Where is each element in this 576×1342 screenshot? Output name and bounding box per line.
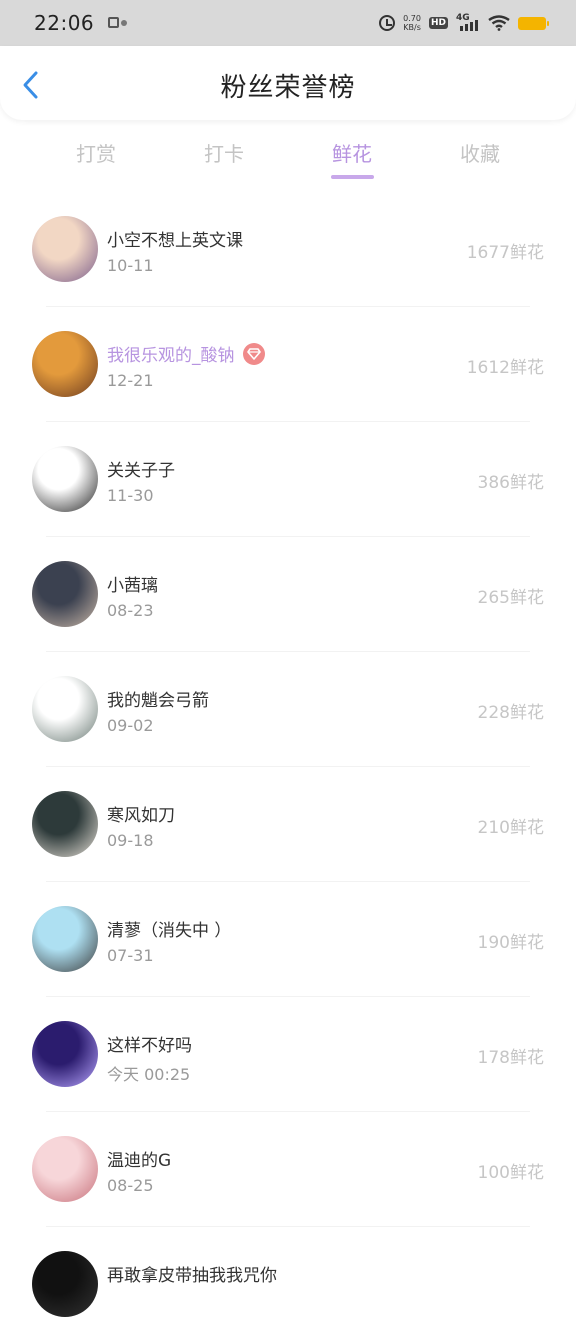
notification-icon bbox=[108, 17, 128, 29]
page-title: 粉丝荣誉榜 bbox=[220, 73, 356, 103]
flower-count: 100鲜花 bbox=[477, 1163, 544, 1183]
network-speed-unit: KB/s bbox=[403, 23, 421, 32]
user-name: 小茜璃 bbox=[107, 576, 158, 596]
user-name-text: 我很乐观的_酸钠 bbox=[107, 346, 235, 366]
flower-count: 265鲜花 bbox=[477, 588, 544, 608]
avatar[interactable] bbox=[32, 1021, 98, 1087]
status-bar: 22:06 0.70 KB/s HD 4G bbox=[0, 0, 576, 46]
user-name: 这样不好吗 bbox=[107, 1036, 192, 1056]
network-speed: 0.70 KB/s bbox=[403, 14, 421, 32]
list-item[interactable]: 关关子子 11-30 386鲜花 bbox=[0, 422, 576, 537]
avatar[interactable] bbox=[32, 446, 98, 512]
user-name: 我很乐观的_酸钠 bbox=[107, 341, 265, 367]
tab-favorites[interactable]: 收藏 bbox=[440, 138, 520, 167]
list-item[interactable]: 小茜璃 08-23 265鲜花 bbox=[0, 537, 576, 652]
status-time: 22:06 bbox=[34, 11, 95, 35]
hd-icon: HD bbox=[428, 17, 448, 29]
battery-icon bbox=[518, 16, 549, 30]
avatar[interactable] bbox=[32, 791, 98, 857]
wifi-icon bbox=[488, 15, 510, 31]
list-item[interactable]: 清蓼（消失中 ） 07-31 190鲜花 bbox=[0, 882, 576, 997]
user-date: 12-21 bbox=[107, 371, 154, 390]
avatar[interactable] bbox=[32, 216, 98, 282]
flower-count: 1612鲜花 bbox=[466, 358, 544, 378]
tab-flowers[interactable]: 鲜花 bbox=[312, 138, 392, 167]
flower-count: 228鲜花 bbox=[477, 703, 544, 723]
list-item[interactable]: 我的魈会弓箭 09-02 228鲜花 bbox=[0, 652, 576, 767]
tab-tip[interactable]: 打赏 bbox=[56, 138, 136, 167]
avatar[interactable] bbox=[32, 1136, 98, 1202]
avatar[interactable] bbox=[32, 561, 98, 627]
list-item[interactable]: 这样不好吗 今天 00:25 178鲜花 bbox=[0, 997, 576, 1112]
user-date: 08-23 bbox=[107, 601, 154, 620]
avatar[interactable] bbox=[32, 676, 98, 742]
user-name: 小空不想上英文课 bbox=[107, 231, 243, 251]
user-name: 寒风如刀 bbox=[107, 806, 175, 826]
cellular-signal-icon: 4G bbox=[456, 13, 480, 32]
user-name: 再敢拿皮带抽我我咒你 bbox=[107, 1266, 277, 1286]
list-item[interactable]: 温迪的G 08-25 100鲜花 bbox=[0, 1112, 576, 1227]
user-date: 11-30 bbox=[107, 486, 154, 505]
user-date: 08-25 bbox=[107, 1176, 154, 1195]
user-name: 我的魈会弓箭 bbox=[107, 691, 209, 711]
list-item[interactable]: 寒风如刀 09-18 210鲜花 bbox=[0, 767, 576, 882]
list-item[interactable]: 再敢拿皮带抽我我咒你 bbox=[0, 1227, 576, 1342]
flower-count: 386鲜花 bbox=[477, 473, 544, 493]
status-right-icons: 0.70 KB/s HD 4G bbox=[379, 0, 549, 46]
user-date: 09-02 bbox=[107, 716, 154, 735]
user-date: 09-18 bbox=[107, 831, 154, 850]
avatar[interactable] bbox=[32, 906, 98, 972]
tab-checkin[interactable]: 打卡 bbox=[184, 138, 264, 167]
user-name: 清蓼（消失中 ） bbox=[107, 921, 232, 941]
fan-ranking-list: 小空不想上英文课 10-11 1677鲜花 我很乐观的_酸钠 12-21 161… bbox=[0, 192, 576, 1342]
flower-count: 1677鲜花 bbox=[466, 243, 544, 263]
alarm-clock-icon bbox=[379, 15, 396, 31]
user-date: 10-11 bbox=[107, 256, 154, 275]
flower-count: 178鲜花 bbox=[477, 1048, 544, 1068]
avatar[interactable] bbox=[32, 1251, 98, 1317]
list-item[interactable]: 我很乐观的_酸钠 12-21 1612鲜花 bbox=[0, 307, 576, 422]
user-name: 关关子子 bbox=[107, 461, 175, 481]
avatar[interactable] bbox=[32, 331, 98, 397]
flower-count: 210鲜花 bbox=[477, 818, 544, 838]
tab-bar: 打赏 打卡 鲜花 收藏 bbox=[0, 128, 576, 182]
diamond-icon bbox=[242, 343, 265, 365]
user-date: 07-31 bbox=[107, 946, 154, 965]
flower-count: 190鲜花 bbox=[477, 933, 544, 953]
list-item[interactable]: 小空不想上英文课 10-11 1677鲜花 bbox=[0, 192, 576, 307]
active-tab-indicator bbox=[331, 175, 374, 179]
user-date: 今天 00:25 bbox=[107, 1065, 191, 1084]
top-app-bar: 粉丝荣誉榜 bbox=[0, 46, 576, 120]
network-speed-value: 0.70 bbox=[403, 14, 421, 23]
user-name: 温迪的G bbox=[107, 1151, 172, 1171]
